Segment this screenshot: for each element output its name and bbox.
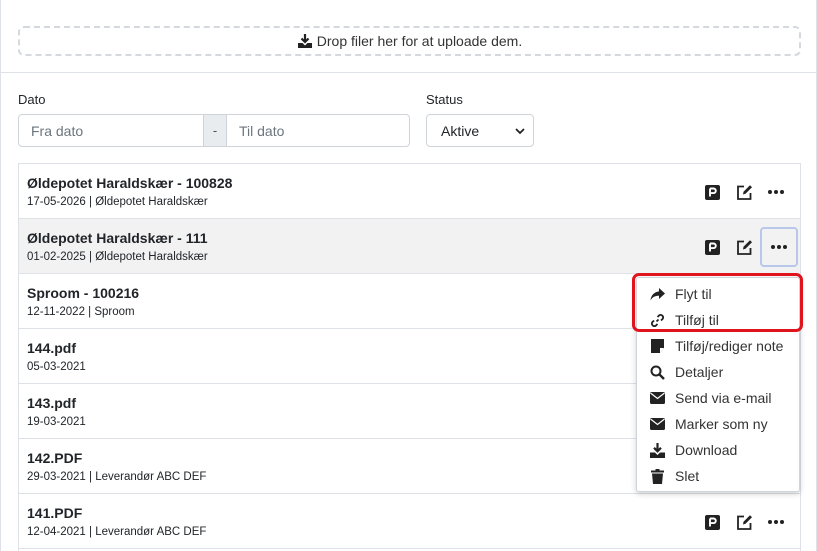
more-options-button-open[interactable] <box>760 227 798 267</box>
menu-item-send-email[interactable]: Send via e-mail <box>649 388 772 408</box>
list-item[interactable]: 141.PDF 12-04-2021 | Leverandør ABC DEF <box>19 494 800 549</box>
item-title: 143.pdf <box>27 395 77 411</box>
date-separator: - <box>204 114 226 147</box>
parking-button[interactable] <box>696 233 728 261</box>
list-item[interactable]: Øldepotet Haraldskær - 111 01-02-2025 | … <box>19 219 800 274</box>
status-label: Status <box>426 92 463 107</box>
item-subtitle: 17-05-2026 | Øldepotet Haraldskær <box>27 196 208 208</box>
edit-icon <box>736 514 752 530</box>
item-title: 144.pdf <box>27 340 77 356</box>
parking-icon <box>704 514 720 530</box>
more-options-button[interactable] <box>760 508 792 536</box>
upload-dropzone[interactable]: Drop filer her for at uploade dem. <box>18 26 801 56</box>
menu-item-label: Tilføj/rediger note <box>675 338 784 354</box>
upload-text: Drop filer her for at uploade dem. <box>316 33 523 49</box>
menu-item-delete[interactable]: Slet <box>649 466 699 486</box>
item-subtitle: 19-03-2021 <box>27 416 86 428</box>
menu-item-download[interactable]: Download <box>649 440 737 460</box>
ellipsis-icon <box>768 520 784 524</box>
menu-item-label: Detaljer <box>675 364 724 380</box>
to-date-input[interactable]: Til dato <box>226 114 410 147</box>
menu-item-label: Slet <box>675 468 700 484</box>
menu-item-label: Download <box>675 442 738 458</box>
menu-item-details[interactable]: Detaljer <box>649 362 723 382</box>
ellipsis-icon <box>771 245 787 249</box>
ellipsis-icon <box>768 190 784 194</box>
date-label: Dato <box>18 92 46 107</box>
item-title: Sproom - 100216 <box>27 285 140 301</box>
menu-item-label: Marker som ny <box>675 416 768 432</box>
item-title: Øldepotet Haraldskær - 111 <box>27 230 208 246</box>
upload-icon <box>297 34 312 48</box>
item-title: 142.PDF <box>27 450 83 466</box>
edit-button[interactable] <box>728 233 760 261</box>
document-panel: Drop filer her for at uploade dem. Dato … <box>0 0 817 551</box>
edit-button[interactable] <box>728 178 760 206</box>
divider <box>1 72 817 73</box>
row-actions <box>696 508 792 536</box>
download-icon <box>649 442 665 458</box>
item-subtitle: 12-04-2021 | Leverandør ABC DEF <box>27 526 207 538</box>
edit-icon <box>736 184 752 200</box>
item-title: 141.PDF <box>27 505 83 521</box>
item-subtitle: 05-03-2021 <box>27 361 86 373</box>
item-subtitle: 29-03-2021 | Leverandør ABC DEF <box>27 471 207 483</box>
date-range: Fra dato - Til dato <box>18 114 410 147</box>
edit-icon <box>736 239 752 255</box>
row-actions <box>696 227 798 267</box>
parking-icon <box>704 239 720 255</box>
row-actions <box>696 178 792 206</box>
search-icon <box>650 365 665 380</box>
menu-item-edit-note[interactable]: Tilføj/rediger note <box>649 336 783 356</box>
item-subtitle: 01-02-2025 | Øldepotet Haraldskær <box>27 251 208 263</box>
more-options-button[interactable] <box>760 178 792 206</box>
note-icon <box>650 339 664 353</box>
status-select[interactable]: Aktive <box>426 114 534 147</box>
menu-item-label: Send via e-mail <box>675 390 772 406</box>
status-value: Aktive <box>441 122 480 139</box>
highlight-annotation <box>632 273 803 332</box>
item-title: Øldepotet Haraldskær - 100828 <box>27 175 233 191</box>
menu-item-mark-new[interactable]: Marker som ny <box>649 414 768 434</box>
chevron-down-icon <box>515 128 525 135</box>
trash-icon <box>650 468 664 484</box>
from-date-input[interactable]: Fra dato <box>18 114 204 147</box>
parking-button[interactable] <box>696 178 728 206</box>
edit-button[interactable] <box>728 508 760 536</box>
list-item[interactable]: Øldepotet Haraldskær - 100828 17-05-2026… <box>19 164 800 219</box>
envelope-icon <box>649 418 665 430</box>
envelope-icon <box>649 392 665 404</box>
parking-icon <box>704 184 720 200</box>
item-subtitle: 12-11-2022 | Sproom <box>27 306 135 318</box>
parking-button[interactable] <box>696 508 728 536</box>
